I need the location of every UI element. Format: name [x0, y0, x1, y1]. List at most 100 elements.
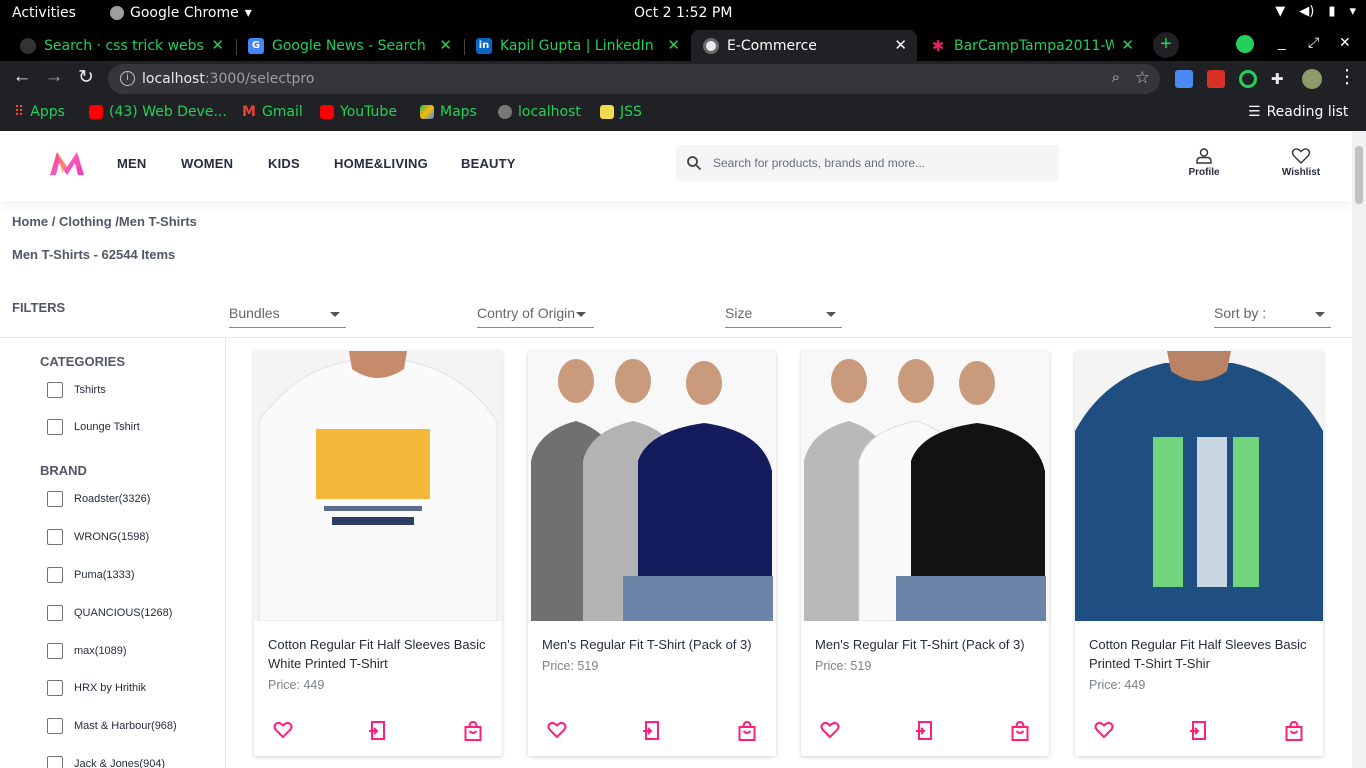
activities-button[interactable]: Activities — [12, 5, 76, 21]
nav-beauty[interactable]: BEAUTY — [461, 156, 516, 171]
checkbox[interactable] — [47, 567, 63, 583]
puzzle-extensions-icon[interactable]: ✚ — [1271, 70, 1289, 88]
heart-icon[interactable] — [547, 721, 567, 744]
site-info-icon[interactable]: i — [120, 71, 135, 86]
bookmark-jss[interactable]: JSS — [600, 104, 642, 120]
more-menu-icon[interactable]: ⋮ — [1335, 66, 1359, 89]
brand-filter-wrogn[interactable]: WRONG(1598) — [47, 529, 149, 545]
checkbox[interactable] — [47, 756, 63, 768]
product-image[interactable] — [1075, 351, 1323, 621]
checkbox[interactable] — [47, 419, 63, 435]
reload-icon[interactable]: ↻ — [74, 66, 98, 89]
checkbox[interactable] — [47, 382, 63, 398]
bookmark-maps[interactable]: Maps — [420, 104, 477, 120]
myntra-logo[interactable] — [48, 149, 86, 182]
close-icon[interactable]: ✕ — [211, 36, 224, 54]
search-input[interactable]: Search for products, brands and more... — [676, 145, 1059, 181]
shopping-bag-icon[interactable] — [738, 720, 756, 746]
reading-list[interactable]: ☰ Reading list — [1248, 104, 1348, 120]
nav-kids[interactable]: KIDS — [268, 156, 300, 171]
shopping-bag-icon[interactable] — [464, 720, 482, 746]
checkbox[interactable] — [47, 491, 63, 507]
heart-icon[interactable] — [273, 721, 293, 744]
nav-women[interactable]: WOMEN — [181, 156, 233, 171]
back-icon[interactable]: ← — [10, 66, 34, 88]
bookmark-gmail[interactable]: M Gmail — [242, 104, 303, 120]
breadcrumb[interactable]: Home / Clothing /Men T-Shirts — [12, 214, 197, 229]
checkbox[interactable] — [47, 529, 63, 545]
brand-filter-hrx[interactable]: HRX by Hrithik — [47, 680, 146, 696]
category-filter-lounge-tshirt[interactable]: Lounge Tshirt — [47, 419, 140, 435]
product-card[interactable]: Men's Regular Fit T-Shirt (Pack of 3) Pr… — [801, 351, 1049, 756]
bookmark-youtube[interactable]: YouTube — [320, 104, 397, 120]
tab-barcamp[interactable]: ✱ BarCampTampa2011-W ✕ — [918, 30, 1144, 61]
view-details-icon[interactable] — [368, 721, 386, 746]
page-scrollbar[interactable] — [1352, 131, 1366, 768]
extension-icon[interactable] — [1207, 70, 1225, 88]
shopping-bag-icon[interactable] — [1285, 720, 1303, 746]
category-filter-tshirts[interactable]: Tshirts — [47, 382, 106, 398]
minimize-icon[interactable]: _ — [1278, 34, 1286, 50]
profile-button[interactable]: Profile — [1174, 147, 1234, 178]
nav-home-living[interactable]: HOME&LIVING — [334, 156, 428, 171]
product-image[interactable] — [254, 351, 502, 621]
close-icon[interactable]: ✕ — [439, 36, 452, 54]
nav-men[interactable]: MEN — [117, 156, 147, 171]
heart-icon[interactable] — [1094, 721, 1114, 744]
maximize-icon[interactable]: ⤢ — [1308, 34, 1319, 51]
zoom-icon[interactable]: ⌕ — [1112, 69, 1120, 86]
heart-icon[interactable] — [820, 721, 840, 744]
brand-filter-mast-harbour[interactable]: Mast & Harbour(968) — [47, 718, 177, 734]
wishlist-button[interactable]: Wishlist — [1271, 147, 1331, 178]
close-icon[interactable]: ✕ — [894, 36, 907, 54]
view-details-icon[interactable] — [915, 721, 933, 746]
profile-status-icon[interactable] — [1236, 35, 1254, 53]
product-card[interactable]: Men's Regular Fit T-Shirt (Pack of 3) Pr… — [528, 351, 776, 756]
app-menu[interactable]: Google Chrome ▾ — [110, 5, 252, 21]
brand-filter-roadster[interactable]: Roadster(3326) — [47, 491, 150, 507]
country-of-origin-dropdown[interactable]: Contry of Origin — [477, 305, 594, 328]
brand-filter-max[interactable]: max(1089) — [47, 643, 127, 659]
close-icon[interactable]: ✕ — [1121, 36, 1134, 54]
address-bar[interactable]: i localhost:3000/selectpro ⌕ ☆ — [108, 64, 1160, 94]
product-name[interactable]: Cotton Regular Fit Half Sleeves Basic Wh… — [268, 635, 493, 673]
product-image[interactable] — [801, 351, 1049, 621]
new-tab-button[interactable]: + — [1153, 32, 1179, 58]
bookmark-star-icon[interactable]: ☆ — [1135, 68, 1150, 88]
checkbox[interactable] — [47, 605, 63, 621]
tab-linkedin[interactable]: in Kapil Gupta | LinkedIn ✕ — [464, 30, 690, 61]
bookmark-localhost[interactable]: localhost — [498, 104, 581, 120]
size-dropdown[interactable]: Size — [725, 305, 842, 328]
product-card[interactable]: Cotton Regular Fit Half Sleeves Basic Pr… — [1075, 351, 1323, 756]
url-text[interactable]: localhost:3000/selectpro — [142, 71, 314, 87]
tab-google-news[interactable]: G Google News - Search ✕ — [236, 30, 462, 61]
product-name[interactable]: Men's Regular Fit T-Shirt (Pack of 3) — [815, 635, 1040, 654]
checkbox[interactable] — [47, 718, 63, 734]
view-details-icon[interactable] — [642, 721, 660, 746]
bundles-dropdown[interactable]: Bundles — [229, 305, 346, 328]
close-window-icon[interactable]: ✕ — [1339, 34, 1351, 51]
bookmark-apps[interactable]: ⠿ Apps — [14, 104, 65, 120]
checkbox[interactable] — [47, 643, 63, 659]
clock[interactable]: Oct 2 1:52 PM — [634, 5, 732, 21]
brand-filter-quancious[interactable]: QUANCIOUS(1268) — [47, 605, 172, 621]
product-card[interactable]: Cotton Regular Fit Half Sleeves Basic Wh… — [254, 351, 502, 756]
checkbox[interactable] — [47, 680, 63, 696]
forward-icon[interactable]: → — [42, 66, 66, 88]
shopping-bag-icon[interactable] — [1011, 720, 1029, 746]
close-icon[interactable]: ✕ — [667, 36, 680, 54]
view-details-icon[interactable] — [1189, 721, 1207, 746]
brand-filter-jack-jones[interactable]: Jack & Jones(904) — [47, 756, 165, 768]
system-tray[interactable]: ▼ ◀) ▮ ▾ — [1275, 4, 1356, 19]
product-name[interactable]: Cotton Regular Fit Half Sleeves Basic Pr… — [1089, 635, 1314, 673]
sort-dropdown[interactable]: Sort by : — [1214, 305, 1331, 328]
translate-extension-icon[interactable] — [1175, 70, 1193, 88]
bookmark-web-dev[interactable]: (43) Web Deve... — [89, 104, 227, 120]
tab-github[interactable]: Search · css trick websit ✕ — [8, 30, 234, 61]
product-name[interactable]: Men's Regular Fit T-Shirt (Pack of 3) — [542, 635, 767, 654]
scrollbar-thumb[interactable] — [1355, 146, 1363, 204]
extension-icon[interactable] — [1239, 70, 1257, 88]
avatar[interactable] — [1302, 69, 1322, 89]
product-image[interactable] — [528, 351, 776, 621]
brand-filter-puma[interactable]: Puma(1333) — [47, 567, 135, 583]
